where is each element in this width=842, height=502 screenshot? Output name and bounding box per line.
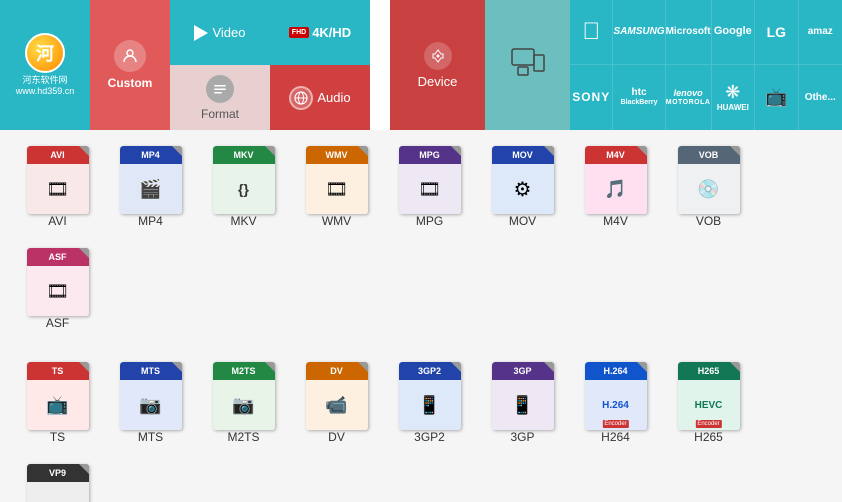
format-h264[interactable]: H.264 H.264 Encoder H264 <box>573 356 658 450</box>
brand-huawei[interactable]: ❋ HUAWEI <box>712 65 755 130</box>
format-mts[interactable]: MTS 📷 MTS <box>108 356 193 450</box>
4k-label: 4K/HD <box>312 25 351 40</box>
brand-other[interactable]: Othe... <box>799 65 842 130</box>
format-mov[interactable]: MOV ⚙ MOV <box>480 140 565 234</box>
4k-button[interactable]: FHD 4K/HD <box>270 0 370 65</box>
web-label: Audio <box>317 90 350 105</box>
format-mkv[interactable]: MKV {} MKV <box>201 140 286 234</box>
format-asf[interactable]: ASF 🎞 ASF <box>15 242 100 336</box>
format-list: AVI 🎞 AVI MP4 🎬 MP4 MKV {} MKV WMV 🎞 <box>15 140 827 502</box>
brand-microsoft[interactable]: Microsoft <box>666 0 712 65</box>
format-3gp2[interactable]: 3GP2 📱 3GP2 <box>387 356 472 450</box>
brand-google[interactable]: Google <box>712 0 755 65</box>
format-button[interactable]: Format <box>170 65 270 130</box>
brand-sony[interactable]: SONY <box>570 65 613 130</box>
format-label: Format <box>201 107 239 121</box>
logo-text: 河东软件网 www.hd359.cn <box>16 75 75 97</box>
format-vob[interactable]: VOB 💿 VOB <box>666 140 751 234</box>
format-mpg[interactable]: MPG 🎞 MPG <box>387 140 472 234</box>
row-divider-1 <box>15 344 827 348</box>
brand-lenovo-motorola[interactable]: lenovo MOTOROLA <box>666 65 712 130</box>
brand-tv[interactable]: 📺 <box>755 65 798 130</box>
toolbar-left: 河 河东软件网 www.hd359.cn Custom Video <box>0 0 390 130</box>
format-avi[interactable]: AVI 🎞 AVI <box>15 140 100 234</box>
format-mp4[interactable]: MP4 🎬 MP4 <box>108 140 193 234</box>
custom-button[interactable]: Custom <box>90 0 170 130</box>
format-h265[interactable]: H265 HEVC Encoder H265 <box>666 356 751 450</box>
video-label: Video <box>212 25 245 40</box>
brand-htc-blackberry[interactable]: htc BlackBerry <box>613 65 665 130</box>
content-area: AVI 🎞 AVI MP4 🎬 MP4 MKV {} MKV WMV 🎞 <box>0 130 842 502</box>
device-button[interactable] <box>485 0 570 130</box>
brand-apple[interactable]:  <box>570 0 613 65</box>
format-ts[interactable]: TS 📺 TS <box>15 356 100 450</box>
format-dv[interactable]: DV 📹 DV <box>294 356 379 450</box>
video-button[interactable]: Video <box>170 0 270 65</box>
format-vp9[interactable]: VP9 VP9 Encoder VP9 <box>15 458 100 502</box>
brands-panel:  SAMSUNG Microsoft Google LG amaz SONY … <box>570 0 842 130</box>
toolbar: 河 河东软件网 www.hd359.cn Custom Video <box>0 0 842 130</box>
format-m4v[interactable]: M4V 🎵 M4V <box>573 140 658 234</box>
format-wmv[interactable]: WMV 🎞 WMV <box>294 140 379 234</box>
web-button[interactable]: Audio <box>270 65 370 130</box>
audio-button[interactable]: Device <box>390 0 485 130</box>
brand-amazon[interactable]: amaz <box>799 0 842 65</box>
audio-label: Device <box>418 74 458 89</box>
format-3gp[interactable]: 3GP 📱 3GP <box>480 356 565 450</box>
logo-section: 河 河东软件网 www.hd359.cn <box>0 0 90 130</box>
format-m2ts[interactable]: M2TS 📷 M2TS <box>201 356 286 450</box>
logo-icon: 河 <box>25 33 65 73</box>
custom-label: Custom <box>108 76 153 90</box>
brand-lg[interactable]: LG <box>755 0 798 65</box>
brand-samsung[interactable]: SAMSUNG <box>613 0 665 65</box>
